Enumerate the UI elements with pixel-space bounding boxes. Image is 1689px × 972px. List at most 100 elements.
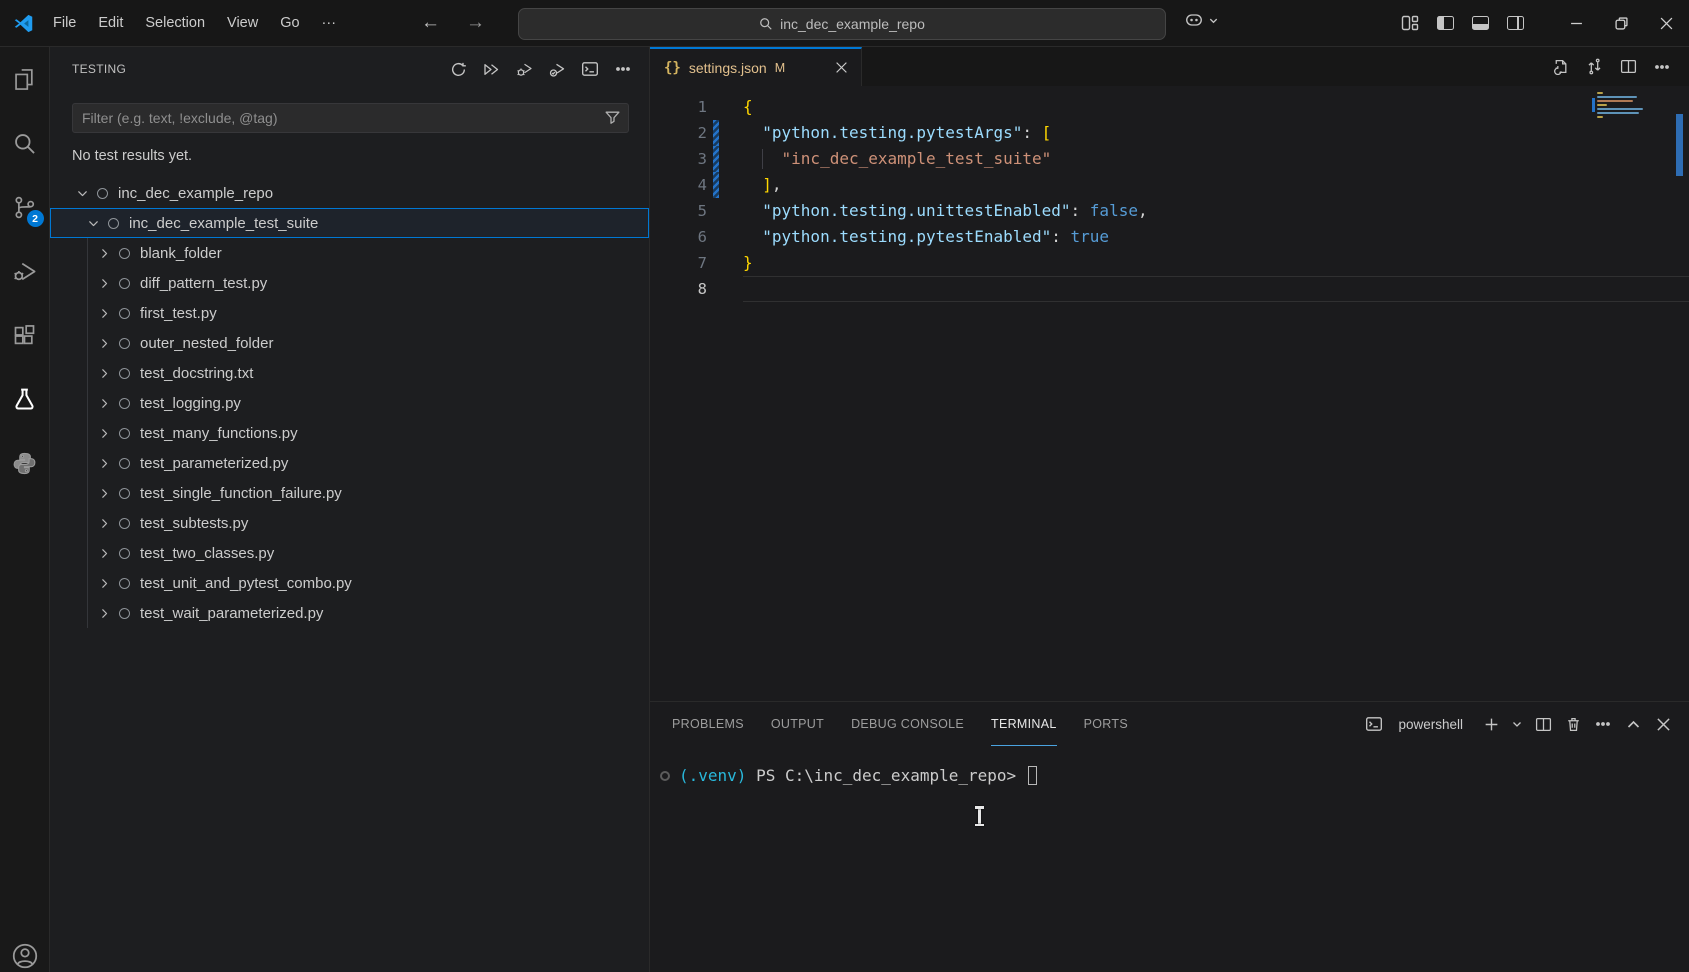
menu-item[interactable]: ··· <box>311 10 348 36</box>
close-panel-icon[interactable] <box>1651 712 1675 736</box>
tree-item-inc-dec-example-repo[interactable]: inc_dec_example_repo <box>50 178 649 208</box>
minimize-button[interactable] <box>1554 0 1599 46</box>
chevron-right-icon[interactable] <box>96 455 112 471</box>
overview-ruler-modified-marker <box>1676 114 1683 176</box>
activity-explorer-icon[interactable] <box>0 47 50 111</box>
chevron-right-icon[interactable] <box>96 275 112 291</box>
split-editor-icon[interactable] <box>1615 54 1641 80</box>
toggle-panel-icon[interactable] <box>1467 10 1493 36</box>
code-editor[interactable]: 1{2 "python.testing.pytestArgs": [3 "inc… <box>650 86 1689 701</box>
tree-item-blank-folder[interactable]: blank_folder <box>50 238 649 268</box>
go-back-icon[interactable]: ← <box>421 12 440 34</box>
modified-badge: M <box>775 61 785 75</box>
chevron-right-icon[interactable] <box>96 335 112 351</box>
chevron-down-icon[interactable] <box>74 185 90 201</box>
toggle-primary-sidebar-icon[interactable] <box>1432 10 1458 36</box>
chevron-right-icon[interactable] <box>96 365 112 381</box>
chevron-right-icon[interactable] <box>96 605 112 621</box>
terminal-view[interactable]: (.venv) PS C:\inc_dec_example_repo> <box>650 746 1689 972</box>
menu-bar: FileEditSelectionViewGo··· <box>42 10 347 36</box>
activity-python-icon[interactable] <box>0 431 50 495</box>
menu-selection[interactable]: Selection <box>134 10 216 36</box>
chevron-right-icon[interactable] <box>96 485 112 501</box>
tree-item-test-parameterized-py[interactable]: test_parameterized.py <box>50 448 649 478</box>
open-changes-icon[interactable] <box>1547 54 1573 80</box>
tree-item-test-unit-and-pytest-combo-py[interactable]: test_unit_and_pytest_combo.py <box>50 568 649 598</box>
tree-item-first-test-py[interactable]: first_test.py <box>50 298 649 328</box>
command-decoration-icon[interactable] <box>660 771 670 781</box>
tree-item-test-docstring-txt[interactable]: test_docstring.txt <box>50 358 649 388</box>
tree-item-test-single-function-failure-py[interactable]: test_single_function_failure.py <box>50 478 649 508</box>
run-with-coverage-icon[interactable] <box>545 57 569 81</box>
maximize-panel-icon[interactable] <box>1621 712 1645 736</box>
menu-go[interactable]: Go <box>269 10 310 36</box>
restore-button[interactable] <box>1599 0 1644 46</box>
tree-item-label: test_wait_parameterized.py <box>140 605 323 622</box>
test-state-icon <box>119 248 130 259</box>
command-center-search[interactable]: inc_dec_example_repo <box>518 8 1166 40</box>
tree-item-outer-nested-folder[interactable]: outer_nested_folder <box>50 328 649 358</box>
chevron-right-icon[interactable] <box>96 245 112 261</box>
tree-indent-guide <box>87 238 88 628</box>
toggle-secondary-sidebar-icon[interactable] <box>1502 10 1528 36</box>
test-state-icon <box>119 338 130 349</box>
test-filter-input[interactable] <box>72 103 629 133</box>
code-line-4: 4 ], <box>650 172 1689 198</box>
menu-edit[interactable]: Edit <box>87 10 134 36</box>
minimap-line <box>1597 104 1607 106</box>
mouse-cursor-ibeam <box>978 806 981 826</box>
accounts-icon[interactable] <box>0 931 50 972</box>
copilot-menu[interactable] <box>1183 10 1219 30</box>
show-test-output-icon[interactable] <box>578 57 602 81</box>
sidebar-more-actions-icon[interactable] <box>611 57 635 81</box>
minimap[interactable] <box>1597 92 1655 120</box>
panel-tab-output[interactable]: OUTPUT <box>771 702 824 746</box>
chevron-right-icon[interactable] <box>96 515 112 531</box>
tree-item-test-wait-parameterized-py[interactable]: test_wait_parameterized.py <box>50 598 649 628</box>
editor-area: {} settings.json M <box>650 47 1689 701</box>
activity-testing-icon[interactable] <box>0 367 50 431</box>
chevron-right-icon[interactable] <box>96 545 112 561</box>
panel-more-actions-icon[interactable] <box>1591 712 1615 736</box>
chevron-right-icon[interactable] <box>96 425 112 441</box>
activity-extensions-icon[interactable] <box>0 303 50 367</box>
tree-item-test-logging-py[interactable]: test_logging.py <box>50 388 649 418</box>
tree-item-diff-pattern-test-py[interactable]: diff_pattern_test.py <box>50 268 649 298</box>
tree-item-test-two-classes-py[interactable]: test_two_classes.py <box>50 538 649 568</box>
menu-file[interactable]: File <box>42 10 87 36</box>
customize-layout-icon[interactable] <box>1397 10 1423 36</box>
activity-source-control-icon[interactable]: 2 <box>0 175 50 239</box>
tree-item-test-subtests-py[interactable]: test_subtests.py <box>50 508 649 538</box>
chevron-down-icon[interactable] <box>85 215 101 231</box>
refresh-tests-icon[interactable] <box>446 57 470 81</box>
line-number: 6 <box>650 228 707 246</box>
editor-more-actions-icon[interactable] <box>1649 54 1675 80</box>
shell-label[interactable]: powershell <box>1398 717 1463 732</box>
panel-tab-debug-console[interactable]: DEBUG CONSOLE <box>851 702 964 746</box>
go-forward-icon[interactable]: → <box>466 12 485 34</box>
filter-funnel-icon[interactable] <box>604 109 621 126</box>
panel-tab-ports[interactable]: PORTS <box>1084 702 1128 746</box>
panel-tab-problems[interactable]: PROBLEMS <box>672 702 744 746</box>
tab-settings-json[interactable]: {} settings.json M <box>650 47 862 86</box>
kill-terminal-icon[interactable] <box>1561 712 1585 736</box>
gutter-spacer <box>713 276 719 302</box>
run-all-tests-icon[interactable] <box>479 57 503 81</box>
split-terminal-icon[interactable] <box>1531 712 1555 736</box>
minimap-line <box>1597 96 1637 98</box>
close-window-button[interactable] <box>1644 0 1689 46</box>
tree-item-inc-dec-example-test-suite[interactable]: inc_dec_example_test_suite <box>50 208 649 238</box>
chevron-right-icon[interactable] <box>96 575 112 591</box>
terminal-profile-chevron-icon[interactable] <box>1509 712 1525 736</box>
debug-all-tests-icon[interactable] <box>512 57 536 81</box>
tree-item-test-many-functions-py[interactable]: test_many_functions.py <box>50 418 649 448</box>
activity-search-icon[interactable] <box>0 111 50 175</box>
panel-tab-terminal[interactable]: TERMINAL <box>991 702 1057 746</box>
compare-changes-icon[interactable] <box>1581 54 1607 80</box>
chevron-right-icon[interactable] <box>96 395 112 411</box>
menu-view[interactable]: View <box>216 10 269 36</box>
new-terminal-icon[interactable] <box>1479 712 1503 736</box>
chevron-right-icon[interactable] <box>96 305 112 321</box>
activity-run-debug-icon[interactable] <box>0 239 50 303</box>
close-tab-icon[interactable] <box>831 58 851 78</box>
